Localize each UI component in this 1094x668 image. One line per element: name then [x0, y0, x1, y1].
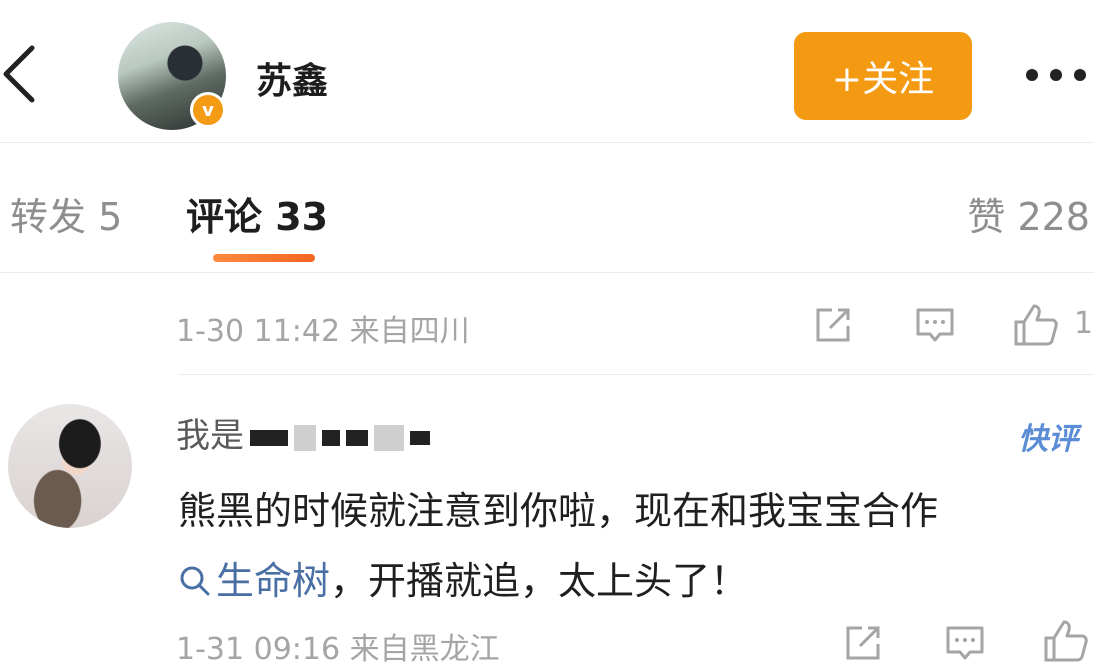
redaction-block [294, 424, 316, 451]
topic-link[interactable]: 生命树 [178, 559, 330, 603]
commenter-name-text: 我是 [176, 416, 244, 456]
comment-icon [946, 626, 984, 660]
comment-button[interactable] [914, 304, 956, 346]
divider [0, 142, 1094, 143]
tab-likes[interactable]: 赞 228 [967, 186, 1090, 241]
comment-timestamp: 1-31 09:16 来自黑龙江 [176, 632, 500, 667]
user-avatar[interactable]: v [118, 22, 226, 130]
like-icon [1014, 304, 1058, 346]
quick-comment-badge: 快评 [1018, 422, 1078, 457]
back-button[interactable] [0, 44, 40, 104]
like-button[interactable] [1042, 618, 1090, 664]
more-button[interactable] [1026, 60, 1092, 90]
like-count: 1 [1074, 306, 1094, 341]
repost-button[interactable] [812, 304, 854, 346]
tab-repost[interactable]: 转发 5 [10, 186, 122, 241]
redaction-block [410, 430, 430, 445]
divider [0, 272, 1094, 273]
tab-active-indicator [213, 254, 315, 262]
redaction-block [374, 424, 404, 451]
comment-icon [916, 308, 954, 342]
redaction-block [322, 429, 340, 446]
search-icon [180, 566, 210, 596]
more-icon-dot [1026, 69, 1038, 81]
repost-icon [846, 626, 880, 660]
repost-button[interactable] [842, 622, 884, 664]
commenter-name[interactable]: 我是 [176, 408, 430, 457]
follow-button[interactable]: +关注 [794, 32, 972, 120]
divider [178, 374, 1094, 375]
repost-icon [816, 308, 850, 342]
like-button[interactable] [1012, 302, 1060, 348]
comment-text-line2: 生命树，开播就追，太上头了！ [178, 550, 748, 605]
redaction-block [346, 429, 368, 446]
back-icon [3, 45, 35, 103]
more-icon-dot [1050, 69, 1062, 81]
comment-timestamp: 1-30 11:42 来自四川 [176, 314, 470, 349]
commenter-avatar[interactable] [8, 404, 132, 528]
comment-button[interactable] [944, 622, 986, 664]
redaction-block [250, 429, 288, 446]
comment-text-rest: ，开播就追，太上头了！ [330, 559, 749, 603]
user-name[interactable]: 苏鑫 [256, 52, 328, 104]
like-icon [1044, 620, 1088, 662]
verified-badge: v [190, 92, 226, 128]
comment-text-line1: 熊黑的时候就注意到你啦，现在和我宝宝合作 [178, 489, 939, 533]
tab-comment[interactable]: 评论 33 [186, 186, 328, 241]
more-icon-dot [1074, 69, 1086, 81]
topic-link-label: 生命树 [216, 559, 331, 603]
